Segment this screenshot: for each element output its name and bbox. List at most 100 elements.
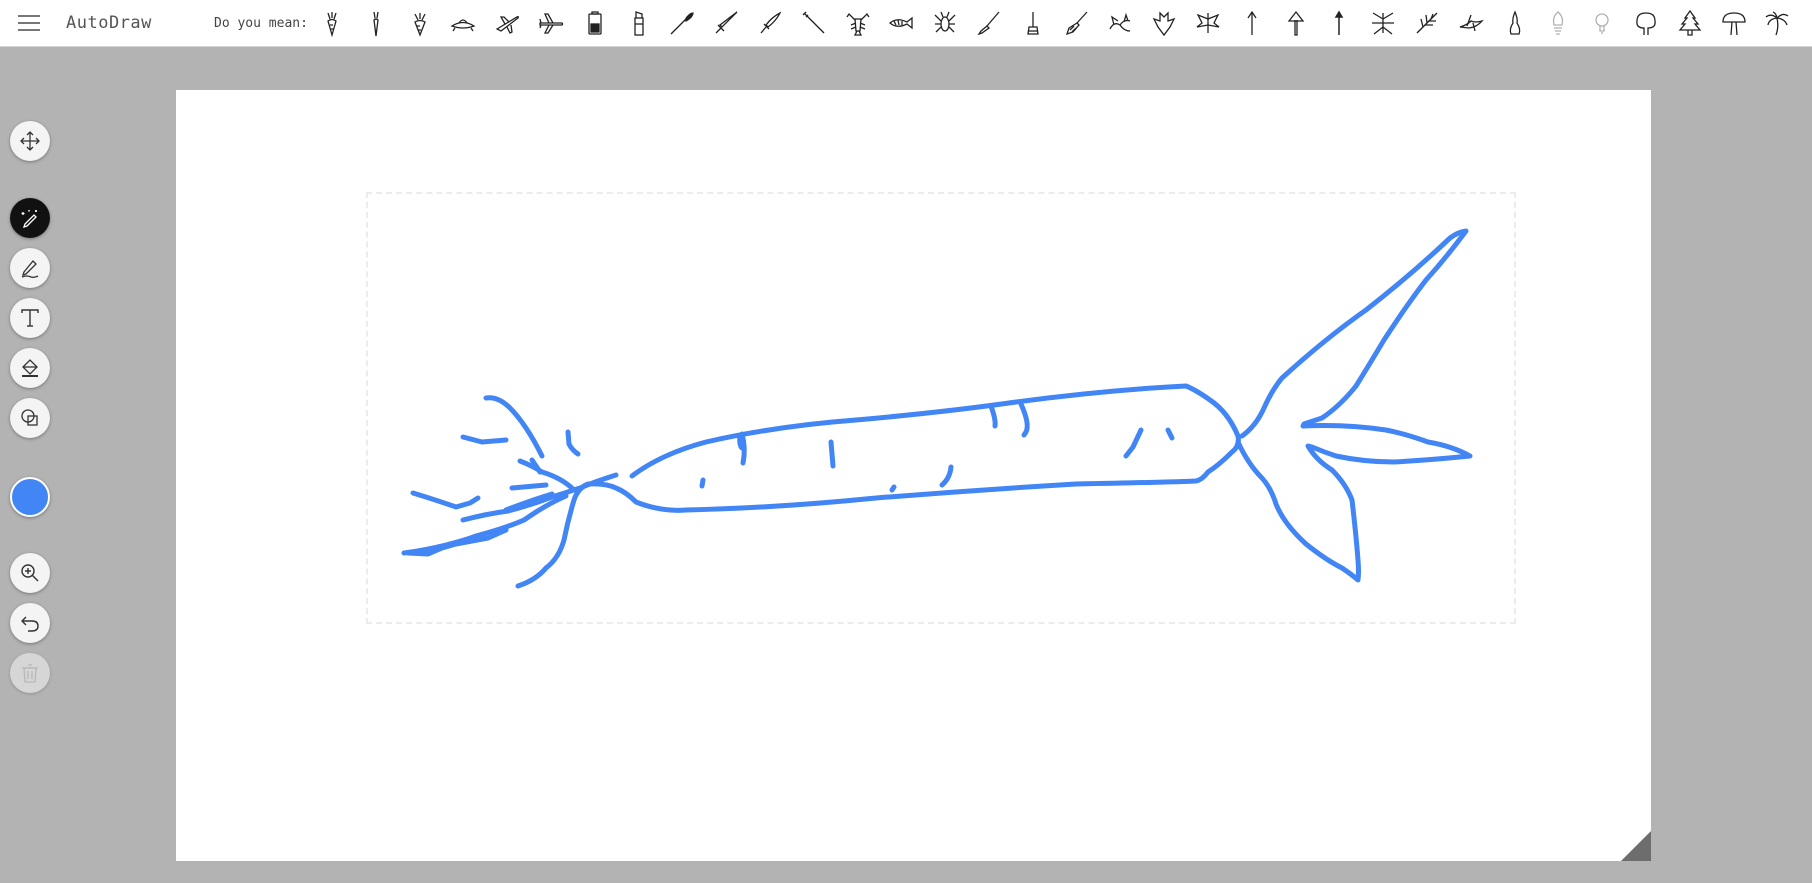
broom-icon [1065, 11, 1088, 36]
sword-icon [715, 11, 738, 34]
carrot-mark-8 [1018, 401, 1030, 438]
suggestion-dragon-1[interactable] [1102, 5, 1138, 41]
select-tool-button[interactable] [10, 121, 50, 161]
paint-bucket-icon [22, 359, 38, 377]
user-drawing [401, 228, 1473, 589]
hamburger-menu-icon [18, 15, 40, 31]
draw-tool-button[interactable] [10, 248, 50, 288]
spaceship-icon [450, 19, 476, 32]
lobster-icon [846, 12, 870, 36]
leaf-stroke-1 [1235, 228, 1473, 583]
color-picker-swatch[interactable] [10, 477, 50, 517]
arrow-up-icon [1287, 10, 1304, 36]
fill-tool-button[interactable] [10, 348, 50, 388]
top-bar: AutoDraw Do you mean: [0, 0, 1812, 47]
suggestion-battery[interactable] [577, 5, 613, 41]
suggestion-lobster-1[interactable] [840, 5, 876, 41]
suggestion-fish[interactable] [883, 5, 919, 41]
root-hair-10 [401, 493, 569, 556]
suggestion-brush[interactable] [971, 5, 1007, 41]
lipstick-icon [633, 11, 644, 36]
suggestion-feather[interactable] [1409, 5, 1445, 41]
type-tool-button[interactable] [10, 298, 50, 338]
carrot-mark-6 [939, 464, 954, 488]
suggestion-tree-1[interactable] [1628, 5, 1664, 41]
fish-icon [889, 16, 914, 30]
carrot-mark-3 [828, 439, 836, 469]
carrot-icon [413, 13, 426, 37]
delete-tool-button[interactable] [10, 653, 50, 693]
undo-tool-button[interactable] [10, 603, 50, 643]
carrot-body-stroke [515, 383, 1241, 589]
text-icon [21, 309, 39, 327]
candle-icon [1027, 12, 1039, 35]
lightbulb-icon [1595, 13, 1609, 34]
arrow-up-icon [1335, 10, 1344, 35]
suggestion-lipstick[interactable] [621, 5, 657, 41]
root-hair-6 [509, 482, 549, 491]
tree-icon [1721, 12, 1746, 36]
menu-button[interactable] [0, 0, 58, 47]
suggestion-lightbulb-2[interactable] [1584, 5, 1620, 41]
app-title: AutoDraw [66, 13, 152, 33]
suggestion-wand[interactable] [796, 5, 832, 41]
trash-icon [22, 664, 38, 683]
suggestions-label: Do you mean: [214, 15, 308, 31]
suggestion-bowling-pin[interactable] [1497, 5, 1533, 41]
suggestion-tree-2[interactable] [1716, 5, 1752, 41]
carrot-mark-9 [1123, 427, 1144, 459]
suggestion-airplane-1[interactable] [489, 5, 525, 41]
root-hair-5 [529, 457, 543, 475]
suggestion-bat[interactable] [1146, 5, 1182, 41]
insect-icon [1372, 12, 1395, 35]
shapes-icon [21, 409, 38, 426]
suggestion-sword-2[interactable] [752, 5, 788, 41]
lobster-icon [934, 11, 956, 33]
arrow-up-icon [1247, 10, 1257, 35]
palm-tree-icon [1765, 11, 1789, 36]
root-hair-3 [565, 429, 581, 457]
suggestion-lobster-2[interactable] [927, 5, 963, 41]
suggestion-carrot-2[interactable] [358, 5, 394, 41]
bird-icon [1459, 14, 1484, 32]
sword-icon [760, 11, 782, 34]
carrot-mark-7 [988, 403, 998, 429]
pencil-icon [21, 260, 39, 278]
brush-icon [977, 11, 1000, 36]
carrot-mark-4 [699, 477, 706, 489]
suggestion-lightbulb-1[interactable] [1540, 5, 1576, 41]
dragon-icon [1109, 12, 1131, 32]
magic-pencil-icon [21, 210, 37, 229]
suggestion-candle[interactable] [1015, 5, 1051, 41]
suggestion-spaceship[interactable] [445, 5, 481, 41]
suggestion-insect[interactable] [1365, 5, 1401, 41]
zoom-tool-button[interactable] [10, 553, 50, 593]
suggestion-strip [314, 5, 1803, 41]
drawing-canvas[interactable] [176, 90, 1651, 861]
dragon-icon [1196, 13, 1220, 33]
suggestion-paintbrush[interactable] [664, 5, 700, 41]
suggestion-airplane-2[interactable] [533, 5, 569, 41]
root-hair-1 [483, 395, 545, 459]
suggestion-arrow-2[interactable] [1278, 5, 1314, 41]
autodraw-tool-button[interactable] [10, 198, 50, 238]
carrot-icon [327, 12, 337, 37]
suggestion-carrot-3[interactable] [402, 5, 438, 41]
suggestion-carrot-1[interactable] [314, 5, 350, 41]
suggestion-sword-1[interactable] [708, 5, 744, 41]
pine-tree-icon [1678, 9, 1702, 36]
shape-tool-button[interactable] [10, 398, 50, 438]
suggestion-arrow-1[interactable] [1234, 5, 1270, 41]
zoom-in-icon [21, 564, 39, 582]
suggestion-dragon-2[interactable] [1190, 5, 1226, 41]
suggestion-bird[interactable] [1453, 5, 1489, 41]
suggestion-broom[interactable] [1059, 5, 1095, 41]
suggestion-palm-tree[interactable] [1759, 5, 1795, 41]
undo-icon [21, 616, 39, 632]
wand-icon [802, 11, 825, 34]
tree-icon [1636, 12, 1656, 35]
suggestion-pine-tree[interactable] [1672, 5, 1708, 41]
suggestion-arrow-3[interactable] [1321, 5, 1357, 41]
canvas-resize-handle[interactable] [1621, 831, 1651, 861]
feather-icon [1416, 12, 1438, 34]
